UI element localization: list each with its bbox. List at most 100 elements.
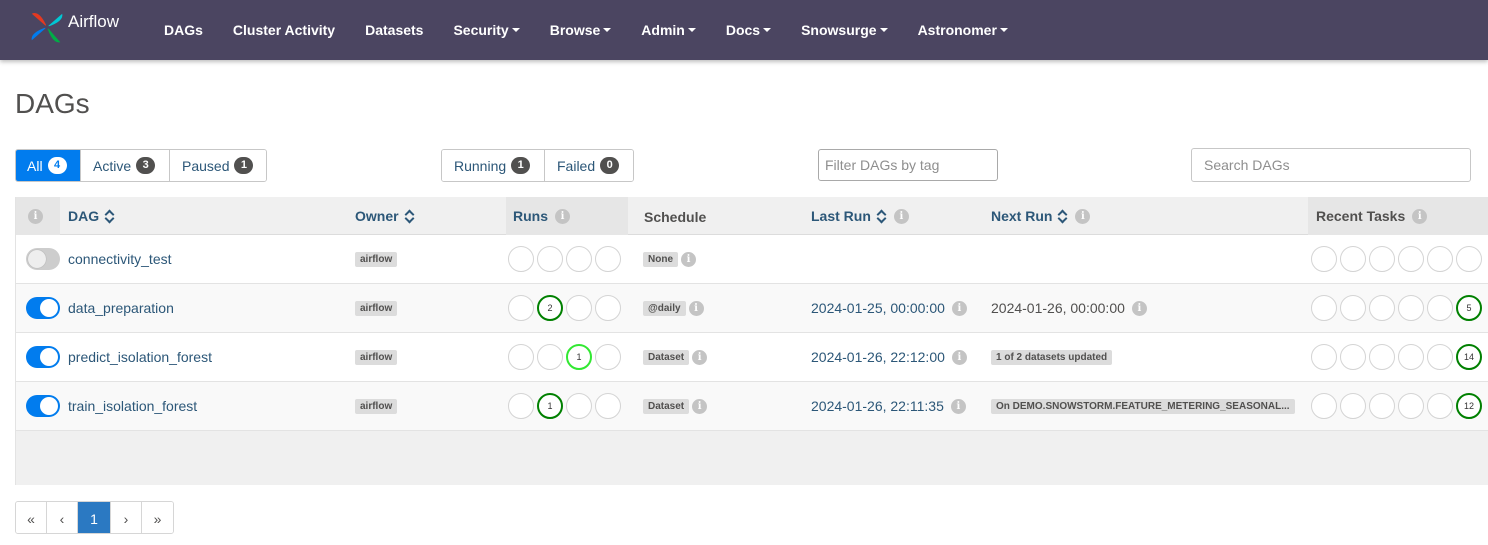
next-run-datasets-tag[interactable]: On DEMO.SNOWSTORM.FEATURE_METERING_SEASO…: [991, 398, 1295, 414]
nav-item-dags[interactable]: DAGs: [149, 22, 218, 38]
task-state-circle[interactable]: 5: [1456, 295, 1482, 321]
info-icon[interactable]: i: [1412, 208, 1428, 224]
task-state-circle[interactable]: [1398, 295, 1424, 321]
last-page-button[interactable]: »: [142, 502, 173, 533]
filter-failed-button[interactable]: Failed 0: [545, 150, 633, 181]
dag-pause-toggle[interactable]: [26, 297, 60, 319]
task-state-circle[interactable]: [1427, 295, 1453, 321]
filter-running-button[interactable]: Running 1: [442, 150, 545, 181]
task-state-circle[interactable]: [1427, 246, 1453, 272]
task-state-circle[interactable]: [1369, 295, 1395, 321]
nav-item-snowsurge[interactable]: Snowsurge: [786, 22, 902, 38]
nav-item-cluster-activity[interactable]: Cluster Activity: [218, 22, 350, 38]
task-state-circle[interactable]: [1398, 344, 1424, 370]
task-state-circle[interactable]: [1311, 344, 1337, 370]
col-next-run-header[interactable]: Next Run i: [991, 197, 1091, 235]
info-icon[interactable]: i: [950, 398, 966, 414]
col-dag-header[interactable]: DAG: [68, 197, 115, 235]
run-state-circle[interactable]: 2: [537, 295, 563, 321]
info-icon[interactable]: i: [688, 300, 704, 316]
info-icon[interactable]: i: [1075, 208, 1091, 224]
info-icon[interactable]: i: [951, 300, 967, 316]
airflow-brand-link[interactable]: Airflow: [28, 8, 119, 46]
run-state-circle[interactable]: [595, 344, 621, 370]
info-icon[interactable]: i: [555, 208, 570, 224]
owner-tag[interactable]: airflow: [355, 398, 398, 414]
owner-tag[interactable]: airflow: [355, 300, 398, 316]
first-page-button[interactable]: «: [16, 502, 47, 533]
task-state-circle[interactable]: [1369, 393, 1395, 419]
run-state-circle[interactable]: [566, 393, 592, 419]
task-state-circle[interactable]: [1340, 246, 1366, 272]
dag-link[interactable]: train_isolation_forest: [68, 398, 197, 414]
task-state-circle[interactable]: [1427, 393, 1453, 419]
nav-item-security[interactable]: Security: [438, 22, 534, 38]
run-state-circle[interactable]: [595, 295, 621, 321]
nav-item-browse[interactable]: Browse: [535, 22, 627, 38]
last-run-link[interactable]: 2024-01-25, 00:00:00: [811, 300, 945, 316]
schedule-tag[interactable]: Dataset: [643, 398, 690, 414]
run-state-circle[interactable]: 1: [566, 344, 592, 370]
dag-link[interactable]: predict_isolation_forest: [68, 349, 212, 365]
task-state-circle[interactable]: [1340, 295, 1366, 321]
current-page-button[interactable]: 1: [78, 502, 111, 533]
run-state-circle[interactable]: [537, 246, 563, 272]
next-run-datasets-tag[interactable]: 1 of 2 datasets updated: [991, 349, 1113, 365]
nav-item-datasets[interactable]: Datasets: [350, 22, 438, 38]
info-icon[interactable]: i: [951, 349, 967, 365]
task-state-circle[interactable]: [1456, 246, 1482, 272]
info-icon[interactable]: i: [692, 398, 708, 414]
task-state-circle[interactable]: 14: [1456, 344, 1482, 370]
last-run-link[interactable]: 2024-01-26, 22:11:35: [811, 398, 944, 414]
tag-filter-input[interactable]: [818, 149, 998, 181]
owner-tag[interactable]: airflow: [355, 251, 398, 267]
info-icon[interactable]: i: [692, 349, 708, 365]
filter-all-button[interactable]: All 4: [16, 150, 81, 181]
nav-item-docs[interactable]: Docs: [711, 22, 786, 38]
col-last-run-header[interactable]: Last Run i: [811, 197, 909, 235]
run-state-circle[interactable]: [508, 295, 534, 321]
dag-pause-toggle[interactable]: [26, 346, 60, 368]
schedule-tag[interactable]: None: [643, 251, 678, 267]
run-state-circle[interactable]: 1: [537, 393, 563, 419]
run-state-circle[interactable]: [595, 393, 621, 419]
run-state-circle[interactable]: [508, 344, 534, 370]
run-state-circle[interactable]: [508, 246, 534, 272]
next-page-button[interactable]: ›: [111, 502, 142, 533]
dag-link[interactable]: data_preparation: [68, 300, 174, 316]
run-state-circle[interactable]: [595, 246, 621, 272]
task-state-circle[interactable]: [1311, 246, 1337, 272]
filter-active-button[interactable]: Active 3: [81, 150, 170, 181]
nav-item-admin[interactable]: Admin: [626, 22, 711, 38]
dag-pause-toggle[interactable]: [26, 395, 60, 417]
task-state-circle[interactable]: [1311, 295, 1337, 321]
run-state-circle[interactable]: [537, 344, 563, 370]
run-state-circle[interactable]: [566, 246, 592, 272]
task-state-circle[interactable]: [1340, 393, 1366, 419]
schedule-tag[interactable]: @daily: [643, 300, 686, 316]
prev-page-button[interactable]: ‹: [47, 502, 78, 533]
schedule-tag[interactable]: Dataset: [643, 349, 690, 365]
info-icon[interactable]: i: [28, 208, 43, 224]
owner-tag[interactable]: airflow: [355, 349, 398, 365]
info-icon[interactable]: i: [681, 251, 696, 267]
last-run-link[interactable]: 2024-01-26, 22:12:00: [811, 349, 945, 365]
info-icon[interactable]: i: [893, 208, 909, 224]
task-state-circle[interactable]: [1398, 246, 1424, 272]
task-state-circle[interactable]: [1369, 344, 1395, 370]
dag-link[interactable]: connectivity_test: [68, 251, 172, 267]
task-state-circle[interactable]: [1340, 344, 1366, 370]
nav-item-astronomer[interactable]: Astronomer: [903, 22, 1023, 38]
run-state-circle[interactable]: [566, 295, 592, 321]
task-state-circle[interactable]: [1398, 393, 1424, 419]
col-owner-header[interactable]: Owner: [355, 197, 415, 235]
dag-pause-toggle[interactable]: [26, 248, 60, 270]
task-state-circle[interactable]: 12: [1456, 393, 1482, 419]
search-dags-input[interactable]: [1191, 148, 1471, 182]
info-icon[interactable]: i: [1131, 300, 1147, 316]
filter-paused-button[interactable]: Paused 1: [170, 150, 266, 181]
run-state-circle[interactable]: [508, 393, 534, 419]
task-state-circle[interactable]: [1427, 344, 1453, 370]
task-state-circle[interactable]: [1311, 393, 1337, 419]
task-state-circle[interactable]: [1369, 246, 1395, 272]
